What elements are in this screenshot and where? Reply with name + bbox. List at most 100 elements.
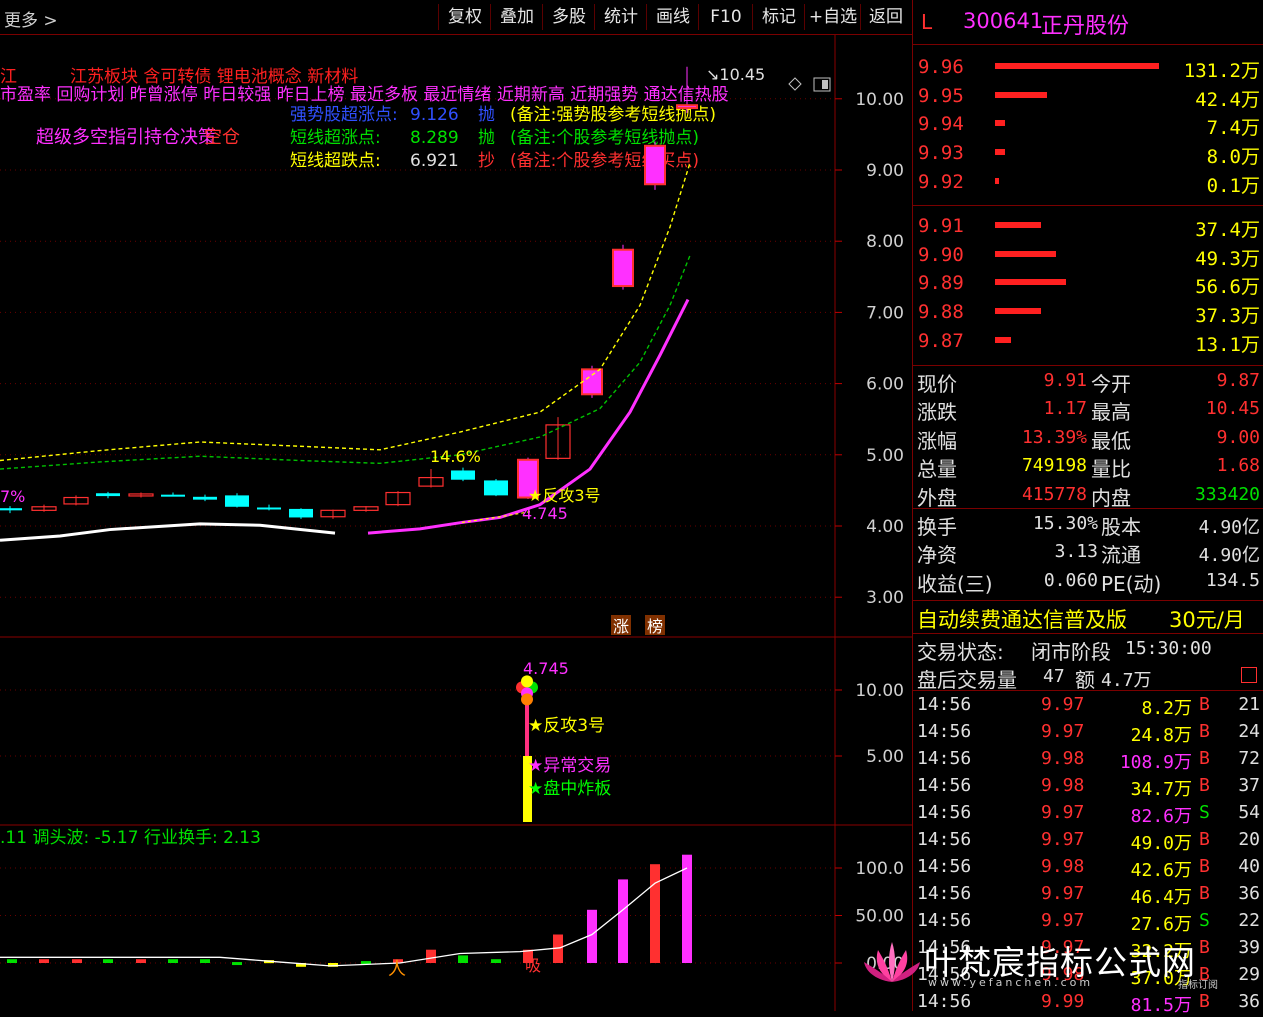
candle-body[interactable]: [612, 248, 634, 288]
toolbar-button-2[interactable]: 多股: [542, 4, 595, 30]
candle-body[interactable]: [161, 494, 185, 497]
chart-toolbar: 更多 > 复权 叠加 多股 统计 画线 F10 标记 +自选 返回: [0, 0, 912, 35]
window-icon-fill: [822, 80, 828, 89]
ask-level[interactable]: 9.93 8.0万: [913, 140, 1263, 168]
diamond-icon[interactable]: [788, 77, 802, 91]
ask-level[interactable]: 9.92 0.1万: [913, 169, 1263, 197]
bid-price: 9.90: [918, 243, 964, 266]
tick-row[interactable]: 14:56 9.97 49.0万 B 20: [913, 827, 1263, 855]
volume-bar: [200, 959, 210, 963]
ask-level[interactable]: 9.96 131.2万: [913, 54, 1263, 82]
volume-bar: [7, 959, 17, 963]
tick-row[interactable]: 14:56 9.98 42.6万 B 40: [913, 854, 1263, 882]
volume-bar: [458, 955, 468, 963]
tag-text: 榜: [647, 617, 663, 636]
tick-row[interactable]: 14:56 9.97 27.6万 S 22: [913, 908, 1263, 936]
bid-level[interactable]: 9.90 49.3万: [913, 242, 1263, 270]
left-pct-label: 7%: [0, 487, 25, 506]
bid-level[interactable]: 9.91 37.4万: [913, 213, 1263, 241]
kline-chart-svg[interactable]: 10.00 9.00 8.00 7.00 6.00 5.00 4.00 3.00 江 江苏板块 含…: [0, 35, 912, 1011]
tick-row[interactable]: 14:56 9.97 46.4万 B 36: [913, 881, 1263, 909]
toolbar-button-6[interactable]: 标记: [752, 4, 805, 30]
bid-price: 9.87: [918, 329, 964, 352]
kline-chart-area[interactable]: 10.00 9.00 8.00 7.00 6.00 5.00 4.00 3.00 江 江苏板块 含…: [0, 35, 912, 1011]
trade-status: 交易状态: 闭市阶段 15:30:00: [917, 638, 1212, 664]
ad-price[interactable]: 30元/月: [1169, 604, 1245, 634]
super-label-2: 空仓: [204, 127, 240, 148]
ad-banner[interactable]: 自动续费通达信普及版 30元/月: [913, 602, 1263, 632]
point-value: 9.126: [410, 105, 459, 125]
concept-tags: 江苏板块 含可转债 锂电池概念 新材料: [70, 66, 358, 87]
tick-row[interactable]: 14:56 9.97 82.6万 S 54: [913, 800, 1263, 828]
bid-volume: 13.1万: [1195, 333, 1260, 356]
candle-body[interactable]: [96, 493, 120, 497]
ask-volume: 131.2万: [1183, 60, 1260, 82]
toolbar-button-3[interactable]: 统计: [594, 4, 647, 30]
candle-body[interactable]: [581, 368, 603, 396]
bid-volume-bar: [995, 222, 1041, 228]
toolbar-button-0[interactable]: 复权: [438, 4, 491, 30]
bid-level[interactable]: 9.89 56.6万: [913, 270, 1263, 298]
fund-row: 换手 15.30% 股本 4.90亿: [917, 513, 1260, 539]
point-name: 强势股超涨点:: [290, 105, 398, 125]
chart-toggle-icon[interactable]: [1241, 667, 1257, 683]
ask-level[interactable]: 9.95 42.4万: [913, 83, 1263, 111]
signal-label: ★反攻3号: [528, 716, 605, 736]
ask-volume-bar: [995, 63, 1159, 69]
bid-level[interactable]: 9.87 13.1万: [913, 328, 1263, 356]
candle-body[interactable]: [289, 508, 313, 518]
toolbar-button-4[interactable]: 画线: [646, 4, 699, 30]
candle-body[interactable]: [451, 470, 475, 480]
volume-bar: [136, 959, 146, 963]
volume-bar: [426, 949, 436, 963]
bid-price: 9.88: [918, 301, 964, 324]
point-action: 抛: [478, 128, 495, 148]
volume-bar: [168, 959, 178, 963]
y-tick-label: 6.00: [866, 375, 904, 395]
toolbar-button-1[interactable]: 叠加: [490, 4, 543, 30]
concept-prefix: 江: [0, 67, 17, 87]
tick-row[interactable]: 14:56 9.97 8.2万 B 21: [913, 692, 1263, 720]
ask-volume: 0.1万: [1206, 174, 1260, 197]
point-value: 6.921: [410, 151, 459, 171]
ask-price: 9.92: [918, 170, 964, 193]
candle-body[interactable]: [676, 104, 698, 110]
y-tick-label: 50.00: [855, 907, 904, 927]
tick-row[interactable]: 14:56 9.98 34.7万 B 37: [913, 773, 1263, 801]
candle-body[interactable]: [644, 144, 666, 186]
quote-panel: L 300641 正丹股份 9.96 131.2万 9.95 42.4万 9.94 7.4…: [912, 0, 1263, 1016]
super-label: 超级多空指引持仓决策: [36, 127, 216, 148]
more-button[interactable]: 更多 >: [4, 6, 58, 31]
volume-bar: [618, 879, 628, 963]
volume-bar: [72, 959, 82, 963]
y-tick-label: 5.00: [866, 446, 904, 466]
candle-body[interactable]: [257, 507, 281, 510]
mid-band-line: [0, 255, 691, 470]
candle-body[interactable]: [484, 480, 508, 496]
bid-volume-bar: [995, 336, 1012, 343]
toolbar-button-8[interactable]: 返回: [860, 4, 911, 30]
quote-row: 涨跌 1.17 最高 10.45: [917, 398, 1260, 425]
pct-label: 14.6%: [430, 447, 481, 466]
stock-name[interactable]: 正丹股份: [1041, 8, 1129, 40]
tick-row[interactable]: 14:56 9.97 24.8万 B 24: [913, 719, 1263, 747]
ask-volume-bar: [995, 177, 999, 184]
ask-volume: 8.0万: [1206, 146, 1260, 169]
toolbar-button-7[interactable]: +自选: [804, 4, 861, 30]
ask-level[interactable]: 9.94 7.4万: [913, 111, 1263, 139]
ad-text[interactable]: 自动续费通达信普及版: [917, 604, 1127, 634]
candle-body[interactable]: [225, 495, 249, 507]
candle-body[interactable]: [0, 508, 22, 511]
signal-label: ★盘中炸板: [528, 779, 611, 799]
stock-code[interactable]: 300641: [963, 9, 1043, 33]
bottom-header: .11 调头波: -5.17 行业换手: 2.13: [0, 828, 261, 848]
tick-row[interactable]: 14:56 9.98 108.9万 B 72: [913, 746, 1263, 774]
tag-text: 涨: [613, 617, 629, 636]
point-note: (备注:个股参考短线抛点): [510, 128, 699, 148]
candle-body[interactable]: [193, 496, 217, 500]
toolbar-button-5[interactable]: F10: [698, 4, 753, 30]
bid-level[interactable]: 9.88 37.3万: [913, 299, 1263, 327]
y-tick-label: 3.00: [866, 588, 904, 608]
volume-bar: [39, 959, 49, 963]
balloon-icon: [521, 693, 533, 706]
